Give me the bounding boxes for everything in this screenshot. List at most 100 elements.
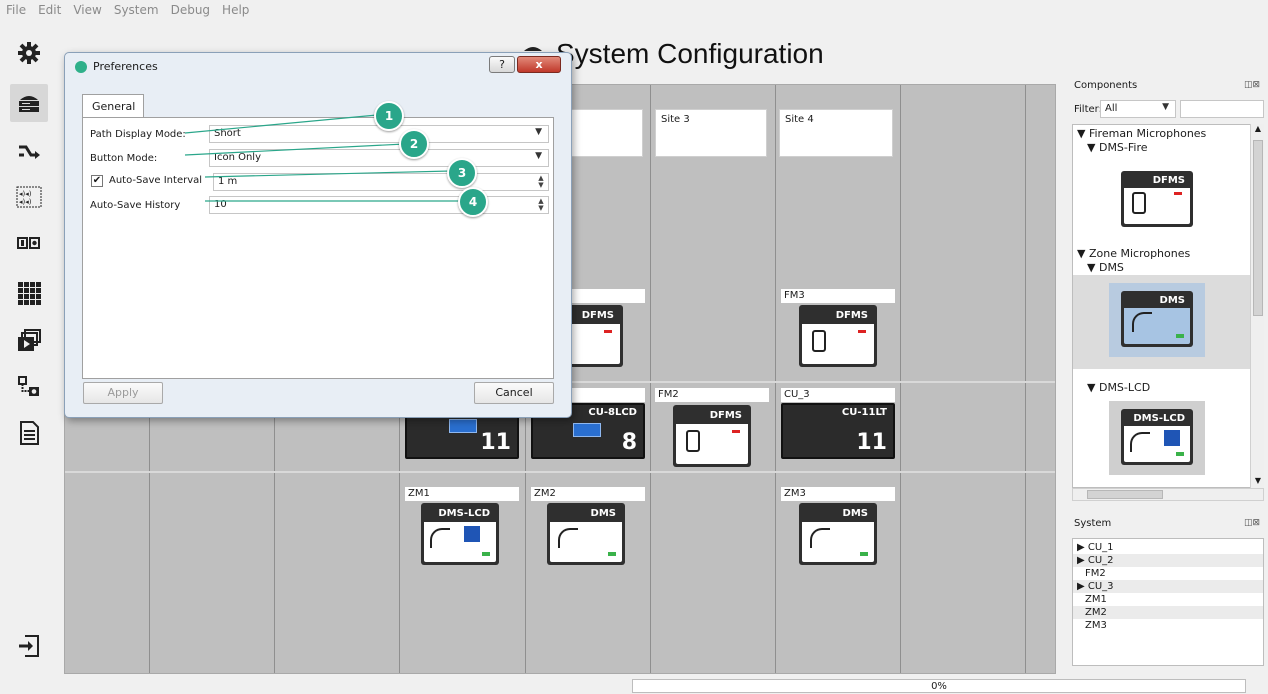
dms-device[interactable]: DMS: [547, 503, 625, 565]
components-vertical-scrollbar[interactable]: ▲ ▼: [1250, 124, 1264, 488]
status-led: [732, 430, 740, 433]
system-config-button[interactable]: [10, 84, 48, 122]
components-tree[interactable]: ▼ Fireman Microphones ▼ DMS-Fire DFMS Ve…: [1072, 124, 1264, 488]
menu-help[interactable]: Help: [222, 3, 249, 17]
dms-lcd-device[interactable]: DMS-LCD: [421, 503, 499, 565]
io-icon: [17, 237, 40, 249]
group-dms-fire[interactable]: ▼ DMS-Fire: [1087, 141, 1148, 154]
device-label: ZM1: [405, 487, 519, 501]
callout-badge: 1: [374, 101, 404, 131]
status-led: [858, 330, 866, 333]
callout-badge: 4: [458, 187, 488, 217]
component-dms[interactable]: DMS: [1109, 283, 1205, 357]
system-item-cu3[interactable]: ▶ CU_3: [1073, 580, 1263, 593]
filter-label: Filter:: [1074, 104, 1102, 115]
settings-button[interactable]: [10, 34, 48, 72]
device-label: ZM3: [781, 487, 895, 501]
grid-line: [775, 85, 776, 673]
menu-system[interactable]: System: [114, 3, 159, 17]
connections-button[interactable]: [10, 368, 48, 406]
system-item-zm3[interactable]: ZM3: [1073, 619, 1263, 632]
lcd-screen: [449, 419, 477, 433]
microphone-icon: [686, 430, 700, 452]
speaker-grid-icon: ◂)◂)◂)◂): [16, 186, 42, 208]
status-led: [860, 552, 868, 556]
status-led: [1176, 334, 1184, 338]
scroll-up-icon[interactable]: ▲: [1252, 124, 1264, 136]
callout-badge: 3: [447, 158, 477, 188]
route-arrow-icon: [19, 145, 40, 159]
callout-badge: 2: [399, 129, 429, 159]
menu-file[interactable]: File: [6, 3, 26, 17]
svg-text:◂)◂): ◂)◂): [19, 190, 32, 198]
grid-line: [65, 471, 1055, 473]
system-item-zm2[interactable]: ZM2: [1073, 606, 1263, 619]
zones-button[interactable]: ◂)◂) ◂)◂): [10, 178, 48, 216]
components-horizontal-scrollbar[interactable]: [1072, 488, 1264, 501]
group-fireman-microphones[interactable]: ▼ Fireman Microphones: [1077, 127, 1206, 140]
svg-text:◂)◂): ◂)◂): [19, 198, 32, 206]
status-led: [608, 552, 616, 556]
group-dms-lcd[interactable]: ▼ DMS-LCD: [1087, 381, 1150, 394]
group-zone-microphones[interactable]: ▼ Zone Microphones: [1077, 247, 1190, 260]
status-led: [604, 330, 612, 333]
lcd-screen: [1164, 430, 1180, 446]
site-header[interactable]: Site 3: [655, 109, 767, 157]
menu-bar: File Edit View System Debug Help: [0, 0, 1268, 20]
system-item-cu1[interactable]: ▶ CU_1: [1073, 541, 1263, 554]
progress-bar: 0%: [632, 679, 1246, 693]
io-button[interactable]: [10, 224, 48, 262]
menu-debug[interactable]: Debug: [171, 3, 210, 17]
dock-buttons-icon[interactable]: ◫⊠: [1244, 80, 1260, 90]
dock-buttons-icon[interactable]: ◫⊠: [1244, 518, 1260, 528]
component-dms-lcd[interactable]: DMS-LCD: [1109, 401, 1205, 475]
page-title: System Configuration: [556, 38, 824, 69]
gooseneck-mic-icon: [810, 528, 830, 548]
menu-view[interactable]: View: [73, 3, 101, 17]
gooseneck-mic-icon: [1130, 432, 1150, 452]
grid-line: [650, 85, 651, 673]
routing-button[interactable]: [10, 132, 48, 170]
system-item-fm2[interactable]: FM2: [1073, 567, 1263, 580]
scroll-thumb[interactable]: [1253, 140, 1263, 316]
messages-button[interactable]: [10, 322, 48, 360]
filter-search-input[interactable]: [1180, 100, 1264, 118]
lcd-screen: [464, 526, 480, 542]
status-led: [1176, 452, 1184, 456]
gooseneck-mic-icon: [430, 528, 450, 548]
device-label: CU_3: [781, 388, 895, 402]
lcd-screen: [573, 423, 601, 437]
device-label: ZM2: [531, 487, 645, 501]
preferences-dialog: Preferences ? x General Path Display Mod…: [64, 52, 572, 418]
matrix-icon: [18, 282, 41, 305]
device-label: FM3: [781, 289, 895, 303]
gear-icon: [18, 42, 40, 64]
device-label: FM2: [655, 388, 769, 402]
scroll-thumb[interactable]: [1087, 490, 1163, 499]
gooseneck-mic-icon: [558, 528, 578, 548]
grid-line: [1025, 85, 1026, 673]
dms-device[interactable]: DMS: [799, 503, 877, 565]
site-header[interactable]: Site 4: [779, 109, 893, 157]
menu-edit[interactable]: Edit: [38, 3, 61, 17]
report-button[interactable]: [10, 414, 48, 452]
system-item-zm1[interactable]: ZM1: [1073, 593, 1263, 606]
matrix-button[interactable]: [10, 274, 48, 312]
rack-icon: [19, 96, 39, 112]
microphone-icon: [1132, 192, 1146, 214]
system-tree[interactable]: ▶ CU_1 ▶ CU_2 FM2 ▶ CU_3 ZM1 ZM2 ZM3: [1072, 538, 1264, 666]
group-dms[interactable]: ▼ DMS: [1087, 261, 1124, 274]
gooseneck-mic-icon: [1132, 312, 1152, 332]
microphone-icon: [812, 330, 826, 352]
filter-select[interactable]: All ▼: [1100, 100, 1176, 118]
system-title: System: [1074, 518, 1112, 529]
dfms-device[interactable]: DFMS: [673, 405, 751, 467]
chevron-down-icon: ▼: [1162, 102, 1169, 112]
system-item-cu2[interactable]: ▶ CU_2: [1073, 554, 1263, 567]
dfms-device[interactable]: DFMS: [799, 305, 877, 367]
component-dfms[interactable]: DFMS: [1109, 163, 1205, 237]
cu-11lt-device[interactable]: CU-11LT 11: [781, 403, 895, 459]
scroll-down-icon[interactable]: ▼: [1252, 476, 1264, 488]
logout-button[interactable]: [10, 627, 48, 665]
media-stack-icon: [18, 329, 41, 351]
